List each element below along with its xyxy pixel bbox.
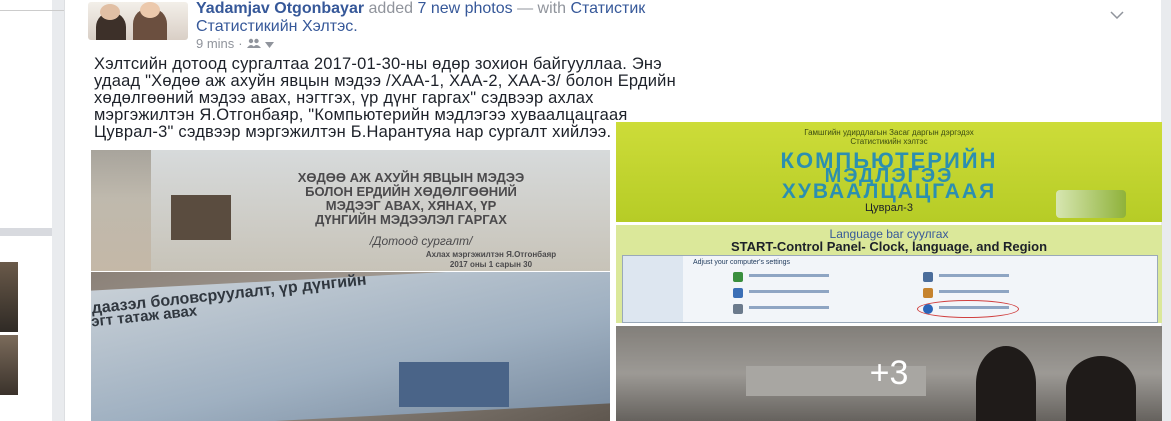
network-icon [733,288,743,298]
slide-subtitle: /Дотоод сургалт/ [369,234,473,248]
action-text: added [368,0,414,17]
slide-title-line: ХӨДӨӨ АЖ АХУЙН ЯВЦЫН МЭДЭЭ [297,170,525,185]
author-link[interactable]: Yadamjav Otgonbayar [196,0,364,17]
post-options-icon[interactable] [1110,6,1124,24]
post-text-line: Хэлтсийн дотоод сургалтаа 2017-01-30-ны … [94,55,662,73]
photo-screen[interactable]: даазэл боловсруулалт, үр дүнгийн эгт тат… [91,272,610,421]
settings-icon [733,272,743,282]
control-panel-window: Adjust your computer's settings [622,255,1158,323]
divider [0,228,52,236]
tagged-link-continued[interactable]: Статистикийн Хэлтэс. [196,18,1096,36]
slide-org-line: Гамшгийн удирдлагын Засаг даргын дэргэдэ… [804,128,974,137]
photo-control-panel[interactable]: Language bar суулгах START-Control Panel… [616,225,1162,323]
appearance-icon [923,288,933,298]
sidebar-pane [623,256,683,322]
highlight-circle [917,300,1019,318]
settings-link [749,274,829,277]
with-text: — with [517,0,567,17]
photos-link[interactable]: 7 new photos [417,0,512,17]
photo-title-slide[interactable]: Гамшгийн удирдлагын Засаг даргын дэргэдэ… [616,122,1162,222]
settings-link [939,274,1009,277]
slide-image [171,195,231,240]
chevron-down-icon[interactable] [264,36,274,52]
friends-icon[interactable] [246,36,261,52]
thumbnail-photo[interactable] [0,335,18,395]
slide-title-line: БОЛОН ЕРДИЙН ХӨДӨЛГӨӨНИЙ [305,184,517,199]
thumbnail-photo[interactable] [0,262,18,332]
slide-title-line: МЭДЭЭГ АВАХ, ХЯНАХ, ҮР [325,198,497,213]
avatar[interactable] [88,2,188,40]
post-text-line: хөдөлгөөний мэдээ авах, нэгтгэх, үр дүнг… [94,89,594,107]
post-text-line: удаад "Хөдөө аж ахуйн явцын мэдээ /ХАА-1… [94,72,676,90]
more-photos-overlay[interactable]: +3 [616,326,1162,421]
screen-dialog [399,362,509,407]
user-icon [923,272,933,282]
tagged-link[interactable]: Статистик [570,0,645,17]
laptop-image [1056,190,1126,218]
settings-link [749,306,829,309]
window-title: Adjust your computer's settings [693,259,791,266]
post-title: Yadamjav Otgonbayar added 7 new photos —… [196,0,1096,18]
hardware-icon [733,304,743,314]
photo-classroom[interactable]: +3 [616,326,1162,421]
timestamp[interactable]: 9 mins [196,36,234,52]
settings-link [939,290,1009,293]
post-meta: 9 mins · [196,36,1096,52]
slide-title-line: ДҮНГИЙН МЭДЭЭЛЭЛ ГАРГАХ [315,212,507,227]
slide-org-line: Статистикийн хэлтэс [850,137,928,146]
slide-path: START-Control Panel- Clock, language, an… [730,239,1048,254]
slide-author: Ахлах мэргэжилтэн Я.Отгонбаяр [425,250,557,259]
slide-date: 2017 оны 1 сарын 30 [449,260,533,269]
post-header: Yadamjav Otgonbayar added 7 new photos —… [196,0,1096,52]
separator: · [238,36,243,51]
photo-presentation-slide[interactable]: ХӨДӨӨ АЖ АХУЙН ЯВЦЫН МЭДЭЭ БОЛОН ЕРДИЙН … [91,150,610,271]
settings-link [749,290,829,293]
